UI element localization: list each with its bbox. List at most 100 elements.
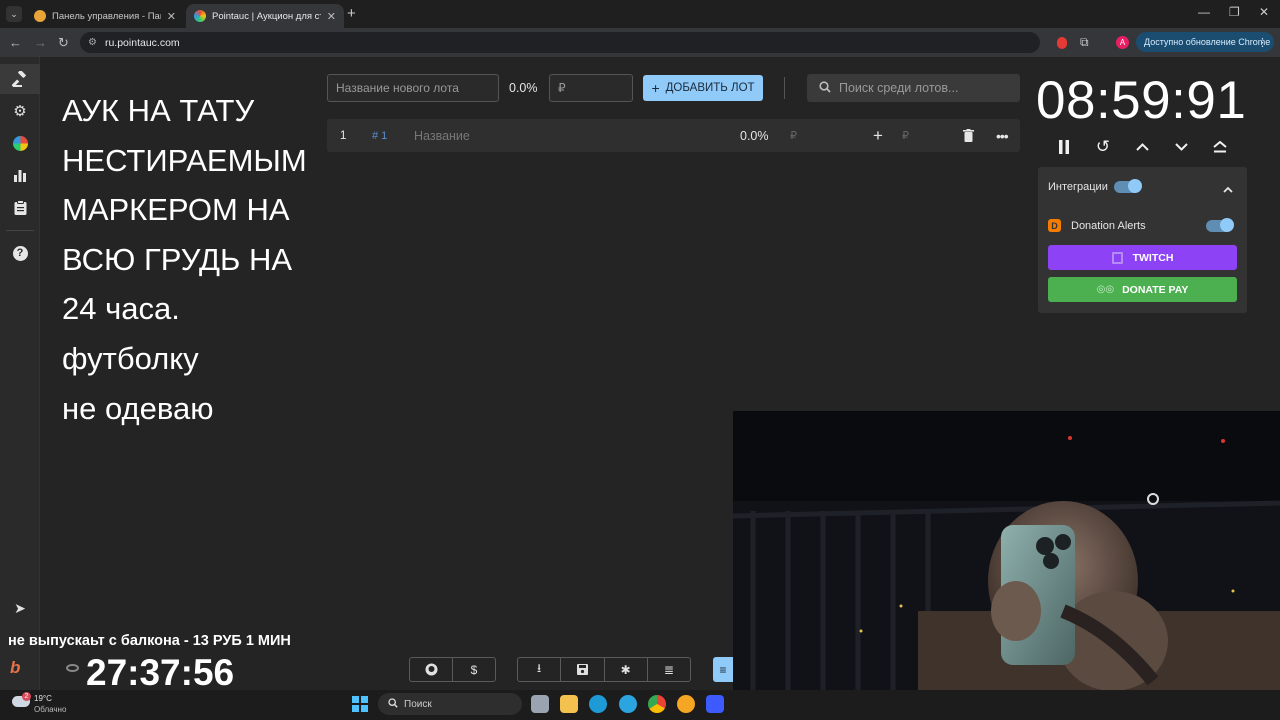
- pointauc-logo-icon: [194, 10, 206, 22]
- sidebar-wheel-icon[interactable]: [10, 133, 30, 153]
- github-donate-group: $: [409, 657, 496, 682]
- integrations-title: Интеграции: [1048, 181, 1108, 193]
- twitch-label: TWITCH: [1132, 251, 1174, 264]
- donation-alerts-toggle[interactable]: [1206, 218, 1234, 232]
- search-icon: [819, 80, 831, 96]
- file-actions-group: ⭳ ✱ ≣: [517, 657, 691, 682]
- lot-row: 1 # 1 Название 0.0% ₽ + ₽ •••: [327, 119, 1020, 152]
- increase-time-chevron-up-icon[interactable]: [1131, 136, 1153, 158]
- browser-tab-pointauc[interactable]: Pointauc | Аукцион для стрим ✕: [186, 4, 344, 28]
- sidebar-auction-gavel-icon[interactable]: [10, 69, 30, 89]
- save-icon[interactable]: [561, 658, 605, 681]
- reload-icon[interactable]: ↻: [58, 35, 69, 51]
- sidebar-history-clipboard-icon[interactable]: [10, 197, 30, 217]
- new-lot-amount-input[interactable]: ₽: [549, 74, 633, 102]
- overlay-line: МАРКЕРОМ НА: [62, 192, 290, 228]
- weather-desc: Облачно: [34, 705, 67, 714]
- stream-uptime: 27:37:56: [86, 652, 235, 693]
- back-icon[interactable]: ←: [9, 35, 22, 50]
- clear-list-icon[interactable]: ≣: [648, 658, 690, 681]
- search-icon: [388, 697, 398, 711]
- close-tab-icon[interactable]: ✕: [167, 10, 176, 23]
- integrations-panel: Интеграции D Donation Alerts TWITCH ◎◎ D…: [1038, 167, 1247, 313]
- lot-percent: 0.0%: [740, 128, 769, 143]
- address-bar[interactable]: ⚙ ru.pointauc.com: [80, 32, 1040, 53]
- new-lot-name-input[interactable]: Название нового лота: [327, 74, 499, 102]
- add-lot-button[interactable]: + ДОБАВИТЬ ЛОТ: [643, 75, 763, 101]
- menu-kebab-icon[interactable]: ⋮: [1257, 36, 1268, 49]
- close-window-icon[interactable]: ✕: [1259, 5, 1269, 19]
- lot-name-input[interactable]: Название: [414, 119, 470, 152]
- lot-delete-trash-icon[interactable]: [963, 119, 974, 152]
- stream-logo-icon: b: [10, 658, 21, 677]
- donation-alerts-logo-icon: D: [1048, 219, 1061, 232]
- sidebar-telegram-icon[interactable]: ➤: [10, 598, 30, 618]
- windows-taskbar: [0, 690, 1280, 720]
- profile-avatar[interactable]: A: [1116, 36, 1129, 49]
- bug-icon[interactable]: ✱: [605, 658, 648, 681]
- stream-overlay-text: АУК НА ТАТУ НЕСТИРАЕМЫМ МАРКЕРОМ НА ВСЮ …: [62, 86, 322, 433]
- taskbar-search-label: Поиск: [404, 698, 432, 710]
- weather-temp: 19°C: [34, 694, 52, 703]
- view-mode-button[interactable]: ≡: [713, 657, 733, 682]
- integrations-toggle[interactable]: [1114, 179, 1142, 193]
- site-info-icon[interactable]: ⚙: [88, 37, 97, 48]
- github-icon[interactable]: [410, 658, 453, 681]
- close-tab-icon[interactable]: ✕: [327, 10, 336, 23]
- double-time-chevron-icon[interactable]: [1209, 136, 1231, 158]
- lot-add-amount-plus-icon[interactable]: +: [873, 119, 883, 152]
- donatepay-button[interactable]: ◎◎ DONATE PAY: [1048, 277, 1237, 302]
- lot-amount: ₽: [790, 130, 797, 142]
- twitch-icon: [1111, 251, 1123, 264]
- overlay-line: не одеваю: [62, 390, 214, 426]
- overlay-line: 24 часа.: [62, 291, 180, 327]
- extension-red-icon[interactable]: [1057, 37, 1067, 49]
- sidebar-settings-gear-icon[interactable]: ⚙: [10, 101, 30, 121]
- browser-tab-dashboard[interactable]: Панель управления - Панель у ✕: [26, 4, 184, 28]
- sidebar-divider: [6, 230, 34, 231]
- reset-timer-icon[interactable]: ↺: [1092, 136, 1114, 158]
- stream-ticker: не выпускаьт с балкона - 13 РУБ 1 МИН: [8, 633, 291, 649]
- lot-more-icon[interactable]: •••: [996, 119, 1009, 152]
- tab-title: Панель управления - Панель у: [52, 10, 161, 22]
- forward-icon[interactable]: →: [34, 35, 47, 50]
- overlay-line: АУК НА ТАТУ: [62, 93, 255, 128]
- search-placeholder: Поиск среди лотов...: [839, 81, 959, 95]
- weather-badge: 2: [22, 692, 31, 701]
- add-lot-label: ДОБАВИТЬ ЛОТ: [665, 82, 755, 94]
- tab-title: Pointauc | Аукцион для стрим: [212, 10, 321, 22]
- minimize-icon[interactable]: —: [1198, 5, 1210, 19]
- windows-start-icon[interactable]: [352, 696, 368, 712]
- taskbar-search[interactable]: Поиск: [378, 693, 522, 715]
- search-lots-input[interactable]: Поиск среди лотов...: [807, 74, 1020, 102]
- task-view-icon[interactable]: [531, 695, 549, 713]
- donation-app-icon[interactable]: [677, 695, 695, 713]
- twitch-button[interactable]: TWITCH: [1048, 245, 1237, 270]
- tab-search-button[interactable]: ⌄: [6, 6, 22, 22]
- overlay-line: ВСЮ ГРУДЬ НА: [62, 241, 293, 277]
- update-label: Доступно обновление Chrome: [1144, 37, 1271, 47]
- pause-icon[interactable]: [1053, 136, 1075, 158]
- telegram-taskbar-icon[interactable]: [619, 695, 637, 713]
- sidebar-help-icon[interactable]: ?: [10, 243, 30, 263]
- download-icon[interactable]: ⭳: [518, 658, 562, 681]
- file-explorer-icon[interactable]: [560, 695, 578, 713]
- viewers-eye-icon: [66, 664, 79, 672]
- donate-dollar-icon[interactable]: $: [453, 658, 495, 681]
- lot-index: 1: [340, 129, 347, 142]
- lot-add-amount-input[interactable]: ₽: [902, 119, 909, 152]
- chrome-taskbar-icon[interactable]: [648, 695, 666, 713]
- new-tab-button[interactable]: +: [347, 5, 356, 22]
- chrome-update-button[interactable]: Доступно обновление Chrome ⋮: [1136, 32, 1274, 52]
- sidebar-stats-icon[interactable]: [10, 165, 30, 185]
- decrease-time-chevron-down-icon[interactable]: [1170, 136, 1192, 158]
- browser-tab-strip: ⌄ Панель управления - Панель у ✕ Pointau…: [0, 0, 1280, 28]
- stats-app-icon[interactable]: [706, 695, 724, 713]
- collapse-chevron-up-icon[interactable]: [1223, 180, 1233, 198]
- new-lot-name-placeholder: Название нового лота: [336, 81, 459, 95]
- pointauc-favicon-icon: [34, 10, 46, 22]
- restore-icon[interactable]: ❐: [1229, 5, 1240, 19]
- edge-icon[interactable]: [589, 695, 607, 713]
- extensions-puzzle-icon[interactable]: ⧉: [1080, 35, 1089, 50]
- overlay-line: футболку: [62, 340, 199, 376]
